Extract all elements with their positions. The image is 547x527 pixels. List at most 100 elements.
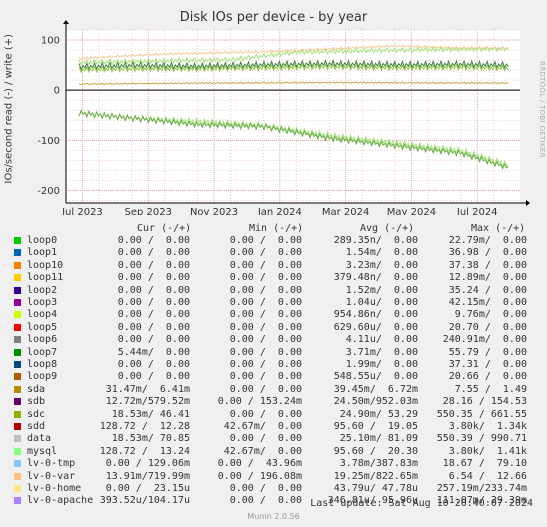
y-tick-label: -200 (37, 186, 60, 197)
legend-row: sdb 12.72m/579.52m 0.00 / 153.24m 24.50m/95… (14, 396, 547, 408)
legend-swatch (14, 447, 21, 455)
legend-series-name: loop7 (27, 346, 58, 358)
legend-row: loop2 0.00 / 0.00 0.00 / 0.00 1.52m/ 0.00 35… (14, 285, 547, 297)
legend-avg: 289.35n/ 0.00 (333, 235, 418, 246)
legend-swatch (14, 398, 21, 406)
legend-avg: 629.60u/ 0.00 (333, 321, 418, 333)
legend-row: mysql 128.72 / 13.24 42.67m/ 0.00 95.60 / 2… (14, 446, 547, 458)
legend-swatch (14, 361, 21, 368)
legend-max: 28.16 / 154.53 (442, 396, 527, 408)
legend-min: 0.00 / 0.00 (229, 371, 302, 383)
legend-max: 22.79m/ 0.00 (448, 235, 527, 246)
y-axis-arrow (63, 20, 69, 24)
y-tick-label: -100 (37, 136, 60, 147)
legend-max: 36.98 / 0.00 (448, 247, 527, 259)
x-tick-label: Jul 2024 (456, 207, 498, 215)
legend-max: 3.80k/ 1.41k (448, 445, 527, 457)
legend-avg: 1.99m/ 0.00 (345, 359, 418, 370)
legend-avg: 19.25m/822.65m (333, 470, 418, 482)
legend-row: loop6 0.00 / 0.00 0.00 / 0.00 4.11u/ 0.00 24… (14, 334, 547, 346)
legend-swatch (14, 410, 21, 418)
legend-cur: 0.00 / 0.00 (117, 334, 190, 346)
legend-min: 0.00 / 0.00 (229, 408, 302, 420)
legend-series-name: sda (27, 383, 46, 395)
legend-swatch (14, 497, 21, 505)
legend-avg: 95.60 / 19.05 (333, 421, 418, 432)
legend-cur: 18.53m/ 70.85 (111, 433, 190, 445)
legend-series-name: lv-0-apache (27, 495, 94, 507)
legend-cur: 13.91m/719.99m (105, 470, 190, 482)
legend-max: 9.76m/ 0.00 (454, 309, 527, 321)
legend-row: loop9 0.00 / 0.00 0.00 / 0.00 548.55u/ 0.00… (14, 371, 547, 383)
legend-swatch (14, 323, 21, 331)
legend-min: 0.00 / 196.08m (217, 470, 302, 482)
legend-series-name: sdc (27, 408, 46, 420)
legend-cur: 0.00 / 0.00 (117, 297, 190, 308)
legend-series-name: lv-0-var (27, 470, 76, 482)
legend-avg: 39.45m/ 6.72m (333, 383, 418, 395)
legend-cur: 393.52u/104.17u (99, 495, 190, 507)
legend-row: sda 31.47m/ 6.41m 0.00 / 0.00 39.45m/ 6.72m… (14, 384, 547, 396)
legend-max: 37.31 / 0.00 (448, 359, 527, 370)
legend-swatch (14, 286, 21, 294)
legend-cur: 0.00 / 23.15u (105, 483, 190, 494)
legend-avg: 1.04u/ 0.00 (345, 297, 418, 308)
column-header-max: Max (-/+) (471, 223, 526, 234)
legend-cur: 0.00 / 0.00 (117, 247, 190, 259)
legend-min: 0.00 / 0.00 (229, 321, 302, 333)
x-tick-label: Sep 2023 (125, 207, 172, 215)
x-tick-label: Mar 2024 (322, 207, 370, 215)
legend-swatch (14, 385, 21, 393)
x-tick-label: May 2024 (387, 207, 436, 215)
legend-cur: 128.72 / 13.24 (99, 445, 190, 457)
legend-cur: 0.00 / 129.06m (105, 458, 190, 470)
legend-row: data 18.53m/ 70.85 0.00 / 0.00 25.10m/ 81.0… (14, 433, 547, 445)
x-axis-arrow (526, 200, 530, 206)
legend-row: loop1 0.00 / 0.00 0.00 / 0.00 1.54m/ 0.00 36… (14, 247, 547, 259)
legend-swatch (14, 460, 21, 468)
legend-cur: 0.00 / 0.00 (117, 235, 190, 246)
legend-max: 257.19m/233.74m (436, 483, 527, 494)
column-header-avg: Avg (-/+) (360, 223, 415, 234)
munin-version: Munin 2.0.56 (247, 512, 300, 521)
legend-swatch (14, 274, 21, 282)
legend-max: 6.54 / 12.66 (448, 470, 527, 482)
legend-swatch (14, 472, 21, 480)
legend-series-name: loop5 (27, 321, 58, 333)
legend-max: 3.80k/ 1.34k (448, 421, 527, 432)
legend-avg: 3.78m/387.83m (339, 458, 418, 470)
legend-series-name: loop1 (27, 247, 58, 259)
legend-avg: 548.55u/ 0.00 (333, 371, 418, 383)
legend-row: lv-0-home 0.00 / 23.15u 0.00 / 0.00 43.79u/… (14, 483, 547, 495)
legend-cur: 0.00 / 0.00 (117, 321, 190, 333)
legend-avg: 95.60 / 20.30 (333, 445, 418, 457)
legend-max: 37.38 / 0.00 (448, 259, 527, 271)
last-update: Last update: Sat Aug 10 20:40:07 2024 (310, 498, 533, 509)
legend-max: 12.89m/ 0.00 (448, 272, 527, 284)
legend-min: 0.00 / 0.00 (229, 259, 302, 271)
legend-min: 0.00 / 43.96m (217, 458, 302, 470)
legend-series-name: loop4 (27, 309, 58, 321)
legend-avg: 379.48n/ 0.00 (333, 272, 418, 284)
legend-min: 0.00 / 153.24m (217, 396, 302, 408)
legend-row: sdc 18.53m/ 46.41 0.00 / 0.00 24.90m/ 53.29… (14, 409, 547, 421)
legend-min: 0.00 / 0.00 (229, 359, 302, 370)
legend-swatch (14, 261, 21, 269)
x-tick-label: Jan 2024 (257, 207, 302, 215)
legend-cur: 128.72 / 12.28 (99, 421, 190, 432)
legend-row: loop0 0.00 / 0.00 0.00 / 0.00 289.35n/ 0.00… (14, 235, 547, 247)
legend-cur: 31.47m/ 6.41m (105, 383, 190, 395)
legend-swatch (14, 336, 21, 344)
legend-min: 0.00 / 0.00 (229, 383, 302, 395)
legend-max: 550.35 / 661.55 (436, 408, 527, 420)
legend-swatch (14, 249, 21, 257)
column-header-cur: Cur (-/+) (137, 223, 192, 234)
legend-cur: 0.00 / 0.00 (117, 284, 190, 296)
legend-series-name: sdb (27, 396, 46, 408)
legend-series-name: data (27, 433, 52, 445)
legend-avg: 954.86n/ 0.00 (333, 309, 418, 321)
legend-series-name: mysql (27, 445, 58, 457)
legend-swatch (14, 373, 21, 381)
legend-cur: 12.72m/579.52m (105, 396, 190, 408)
legend-avg: 3.23m/ 0.00 (345, 259, 418, 271)
